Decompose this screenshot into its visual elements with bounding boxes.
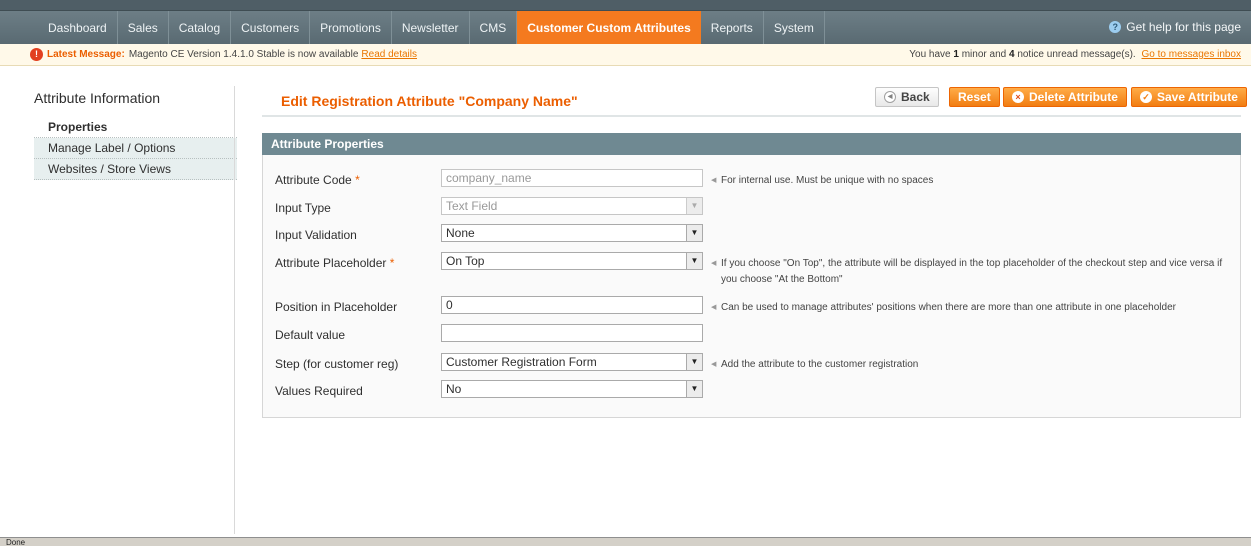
unread-prefix: You have [909, 49, 951, 60]
reset-label: Reset [958, 90, 991, 104]
attribute-placeholder-value: On Top [446, 254, 485, 268]
chevron-down-icon: ▼ [686, 225, 702, 241]
delete-icon: × [1012, 91, 1024, 103]
help-circle-icon: ? [1109, 21, 1122, 33]
nav-system[interactable]: System [764, 10, 825, 45]
notice-text: notice unread message(s). [1017, 49, 1136, 60]
position-in-placeholder-note: ◀ Can be used to manage attributes' posit… [711, 300, 1231, 316]
message-bar: ! Latest Message: Magento CE Version 1.4… [0, 44, 1251, 66]
checkmark-icon: ✓ [1140, 91, 1152, 103]
attribute-code-label: Attribute Code * [275, 173, 425, 187]
read-details-link[interactable]: Read details [361, 49, 417, 60]
note-arrow-icon: ◀ [711, 361, 717, 368]
step-note-text: Add the attribute to the customer regist… [721, 359, 919, 370]
step-label: Step (for customer reg) [275, 357, 399, 371]
save-label: Save Attribute [1157, 90, 1238, 104]
input-type-value: Text Field [446, 199, 498, 213]
minor-text: minor and [961, 49, 1007, 60]
input-type-label: Input Type [275, 201, 331, 215]
help-label: Get help for this page [1126, 20, 1241, 34]
main-nav: Dashboard Sales Catalog Customers Promot… [0, 10, 1251, 45]
chevron-down-icon: ▼ [686, 198, 702, 214]
attribute-placeholder-select[interactable]: On Top ▼ [441, 252, 703, 270]
input-validation-value: None [446, 226, 475, 240]
unread-messages: You have 1 minor and 4 notice unread mes… [909, 44, 1241, 66]
browser-status-bar: Done [0, 537, 1251, 546]
step-note: ◀ Add the attribute to the customer regis… [711, 357, 1231, 373]
position-in-placeholder-note-text: Can be used to manage attributes' positi… [721, 302, 1176, 313]
header-divider [262, 115, 1241, 117]
chevron-down-icon: ▼ [686, 354, 702, 370]
nav-dashboard[interactable]: Dashboard [38, 10, 118, 45]
nav-promotions[interactable]: Promotions [310, 10, 392, 45]
chevron-down-icon: ▼ [686, 253, 702, 269]
notice-count: 4 [1008, 49, 1015, 60]
note-arrow-icon: ◀ [711, 177, 717, 184]
sidebar-divider [234, 86, 235, 534]
nav-customers[interactable]: Customers [231, 10, 311, 45]
attribute-placeholder-note: ◀ If you choose "On Top", the attribute w… [711, 256, 1231, 288]
tab-properties[interactable]: Properties [34, 117, 237, 138]
messages-inbox-link[interactable]: Go to messages inbox [1142, 49, 1242, 60]
message-text: Magento CE Version 1.4.1.0 Stable is now… [128, 49, 359, 60]
nav-reports[interactable]: Reports [701, 10, 764, 45]
required-marker: * [389, 256, 395, 270]
tab-websites-store-views[interactable]: Websites / Store Views [34, 159, 237, 180]
attribute-code-input[interactable]: company_name [441, 169, 703, 187]
input-validation-label: Input Validation [275, 228, 357, 242]
position-in-placeholder-input[interactable]: 0 [441, 296, 703, 314]
nav-customer-custom-attributes[interactable]: Customer Custom Attributes [517, 10, 701, 45]
sidebar-tabs: Properties Manage Label / Options Websit… [34, 117, 237, 180]
note-arrow-icon: ◀ [711, 260, 717, 267]
default-value-input[interactable] [441, 324, 703, 342]
nav-cms[interactable]: CMS [470, 10, 518, 45]
attribute-code-note: ◀ For internal use. Must be unique with n… [711, 173, 1231, 189]
back-arrow-icon: ◀ [884, 91, 896, 103]
attribute-placeholder-label-text: Attribute Placeholder [275, 256, 387, 270]
position-in-placeholder-label: Position in Placeholder [275, 300, 398, 314]
required-marker: * [355, 173, 360, 187]
nav-newsletter[interactable]: Newsletter [392, 10, 470, 45]
header-strip [0, 0, 1251, 10]
input-validation-select[interactable]: None ▼ [441, 224, 703, 242]
tab-manage-label-options[interactable]: Manage Label / Options [34, 138, 237, 159]
fieldset-title: Attribute Properties [262, 133, 1241, 155]
note-arrow-icon: ◀ [711, 304, 717, 311]
attribute-code-label-text: Attribute Code [275, 173, 352, 187]
attribute-code-note-text: For internal use. Must be unique with no… [721, 175, 934, 186]
message-title: Latest Message: [47, 49, 125, 60]
minor-count: 1 [953, 49, 959, 60]
attribute-properties-form: Attribute Code * company_name ◀ For inter… [262, 155, 1241, 418]
default-value-label: Default value [275, 328, 346, 342]
sidebar-title: Attribute Information [34, 90, 161, 106]
step-value: Customer Registration Form [446, 355, 597, 369]
attribute-placeholder-note-text: If you choose "On Top", the attribute wi… [721, 258, 1223, 285]
save-attribute-button[interactable]: ✓ Save Attribute [1131, 87, 1247, 107]
values-required-select[interactable]: No ▼ [441, 380, 703, 398]
nav-sales[interactable]: Sales [118, 10, 169, 45]
error-icon: ! [30, 48, 43, 61]
reset-button[interactable]: Reset [949, 87, 1000, 107]
values-required-value: No [446, 382, 462, 396]
input-type-select[interactable]: Text Field ▼ [441, 197, 703, 215]
delete-attribute-button[interactable]: × Delete Attribute [1003, 87, 1127, 107]
step-select[interactable]: Customer Registration Form ▼ [441, 353, 703, 371]
delete-label: Delete Attribute [1029, 90, 1118, 104]
back-button[interactable]: ◀ Back [875, 87, 939, 107]
page-title: Edit Registration Attribute "Company Nam… [281, 93, 578, 109]
admin-app: Dashboard Sales Catalog Customers Promot… [0, 0, 1251, 546]
nav-catalog[interactable]: Catalog [169, 10, 232, 45]
values-required-label: Values Required [275, 384, 363, 398]
attribute-placeholder-label: Attribute Placeholder * [275, 256, 425, 270]
back-label: Back [901, 90, 930, 104]
chevron-down-icon: ▼ [686, 381, 702, 397]
help-link[interactable]: ? Get help for this page [1109, 10, 1241, 44]
